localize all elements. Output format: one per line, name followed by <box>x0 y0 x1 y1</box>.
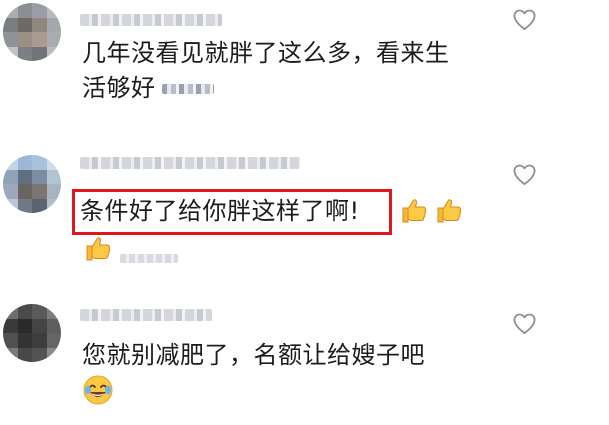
avatar[interactable] <box>3 304 61 362</box>
thumbs-up-icon <box>398 194 430 226</box>
comment-item: 您就别减肥了，名额让给嫂子吧 <box>0 290 609 425</box>
comment-item: 条件好了给你胖这样了啊! <box>0 130 609 290</box>
comment-text: 条件好了给你胖这样了啊! <box>80 197 360 225</box>
heart-outline-icon[interactable] <box>511 161 538 188</box>
avatar[interactable] <box>3 3 61 61</box>
username[interactable] <box>80 14 222 26</box>
comment-text: 您就别减肥了，名额让给嫂子吧 <box>82 341 425 369</box>
heart-outline-icon[interactable] <box>511 6 538 33</box>
comment-text: 几年没看见就胖了这么多，看来生 活够好 <box>82 36 450 106</box>
comment-item: 几年没看见就胖了这么多，看来生 活够好 <box>0 0 609 130</box>
comment-text-line: 几年没看见就胖了这么多，看来生 <box>82 39 450 67</box>
blurred-mention <box>161 84 214 94</box>
avatar[interactable] <box>3 155 61 213</box>
heart-outline-icon[interactable] <box>511 310 538 337</box>
thumbs-up-icon <box>82 232 114 264</box>
crying-laughing-face-icon <box>82 374 114 406</box>
username[interactable] <box>80 309 212 321</box>
thumbs-up-icon <box>433 194 465 226</box>
username[interactable] <box>80 157 300 169</box>
timestamp <box>120 254 178 263</box>
comment-text-line: 活够好 <box>82 71 450 106</box>
